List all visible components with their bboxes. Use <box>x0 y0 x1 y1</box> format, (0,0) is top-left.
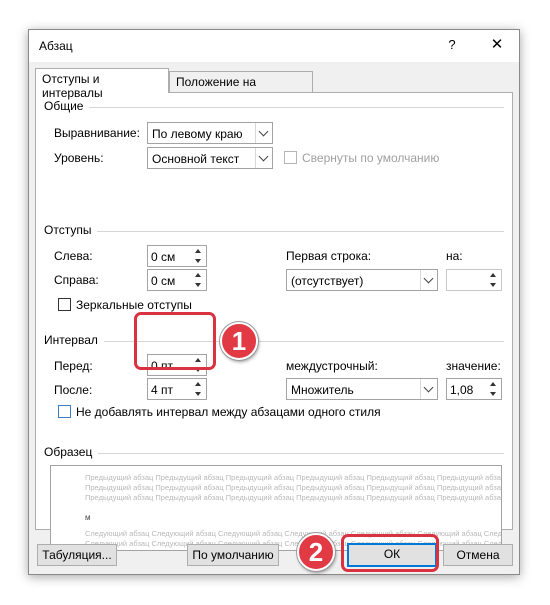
at-spinner[interactable]: 1,08 <box>446 378 502 400</box>
right-indent-label: Справа: <box>54 273 99 287</box>
ok-highlight <box>341 534 439 572</box>
left-indent-value: 0 см <box>151 250 176 264</box>
spacing-section-label: Интервал <box>44 333 104 347</box>
chevron-down-icon <box>420 379 437 399</box>
title-bar: Абзац ? ✕ <box>29 30 519 62</box>
preview-current-line: м <box>85 513 91 522</box>
line-spacing-value: Множитель <box>291 383 354 397</box>
left-indent-spinner[interactable]: 0 см <box>147 245 207 267</box>
alignment-value: По левому краю <box>152 127 243 141</box>
level-label: Уровень: <box>54 151 104 165</box>
collapsed-label: Свернуты по умолчанию <box>302 151 440 165</box>
dialog-title: Абзац <box>39 39 73 53</box>
preview-separator <box>44 453 504 454</box>
right-indent-spinner[interactable]: 0 см <box>147 269 207 291</box>
general-separator <box>44 107 504 108</box>
chevron-down-icon <box>420 270 437 290</box>
mirror-indents-label: Зеркальные отступы <box>76 298 192 312</box>
spin-down-button[interactable] <box>191 256 206 266</box>
spacing-highlight <box>134 312 216 370</box>
by-spinner[interactable] <box>446 269 502 291</box>
by-label: на: <box>446 249 463 263</box>
preview-next-line: Следующий абзац Следующий абзац Следующи… <box>85 539 502 548</box>
spin-down-button[interactable] <box>486 280 501 290</box>
no-space-checkbox[interactable] <box>58 405 71 418</box>
close-button[interactable]: ✕ <box>481 30 513 60</box>
tab-indents-spacing[interactable]: Отступы и интервалы <box>35 68 169 100</box>
line-spacing-select[interactable]: Множитель <box>286 378 438 400</box>
level-select[interactable]: Основной текст <box>147 147 273 169</box>
first-line-select[interactable]: (отсутствует) <box>286 269 438 291</box>
indents-separator <box>44 231 504 232</box>
mirror-indents-checkbox[interactable] <box>58 298 71 311</box>
preview-prev-line: Предыдущий абзац Предыдущий абзац Предыд… <box>85 493 502 502</box>
spin-up-button[interactable] <box>191 246 206 256</box>
indents-section-label: Отступы <box>44 223 98 237</box>
level-value: Основной текст <box>152 152 240 166</box>
spin-up-button[interactable] <box>191 379 206 389</box>
first-line-value: (отсутствует) <box>291 274 364 288</box>
tab-page-position[interactable]: Положение на странице <box>169 71 313 103</box>
help-button[interactable]: ? <box>439 30 465 60</box>
after-label: После: <box>54 383 93 397</box>
left-indent-label: Слева: <box>54 249 93 263</box>
at-label: значение: <box>446 359 501 373</box>
tabs-button[interactable]: Табуляция... <box>37 544 117 566</box>
after-spinner[interactable]: 4 пт <box>147 378 207 400</box>
set-default-button[interactable]: По умолчанию <box>187 544 279 566</box>
preview-prev-line: Предыдущий абзац Предыдущий абзац Предыд… <box>85 473 502 482</box>
step-1-badge: 1 <box>220 322 258 360</box>
alignment-label: Выравнивание: <box>54 126 140 140</box>
paragraph-dialog: Абзац ? ✕ Положение на странице Отступы … <box>28 29 520 575</box>
spin-down-button[interactable] <box>191 280 206 290</box>
no-space-label: Не добавлять интервал между абзацами одн… <box>76 405 381 419</box>
spin-down-button[interactable] <box>486 389 501 399</box>
before-label: Перед: <box>54 359 93 373</box>
first-line-label: Первая строка: <box>286 249 372 263</box>
spin-down-button[interactable] <box>191 389 206 399</box>
spin-up-button[interactable] <box>486 379 501 389</box>
collapsed-checkbox[interactable] <box>284 151 297 164</box>
chevron-down-icon <box>255 148 272 168</box>
spin-up-button[interactable] <box>486 270 501 280</box>
after-value: 4 пт <box>151 383 174 397</box>
line-spacing-label: междустрочный: <box>286 359 378 373</box>
preview-next-line: Следующий абзац Следующий абзац Следующи… <box>85 529 502 538</box>
alignment-select[interactable]: По левому краю <box>147 122 273 144</box>
tab-panel: Общие Выравнивание: По левому краю Урове… <box>35 92 513 551</box>
chevron-down-icon <box>255 123 272 143</box>
preview-prev-line: Предыдущий абзац Предыдущий абзац Предыд… <box>85 483 502 492</box>
preview-section-label: Образец <box>44 445 99 459</box>
right-indent-value: 0 см <box>151 274 176 288</box>
at-value: 1,08 <box>450 383 474 397</box>
step-2-badge: 2 <box>297 533 335 571</box>
general-section-label: Общие <box>44 99 90 113</box>
cancel-button[interactable]: Отмена <box>443 544 513 566</box>
spacing-separator <box>44 341 504 342</box>
spin-up-button[interactable] <box>191 270 206 280</box>
